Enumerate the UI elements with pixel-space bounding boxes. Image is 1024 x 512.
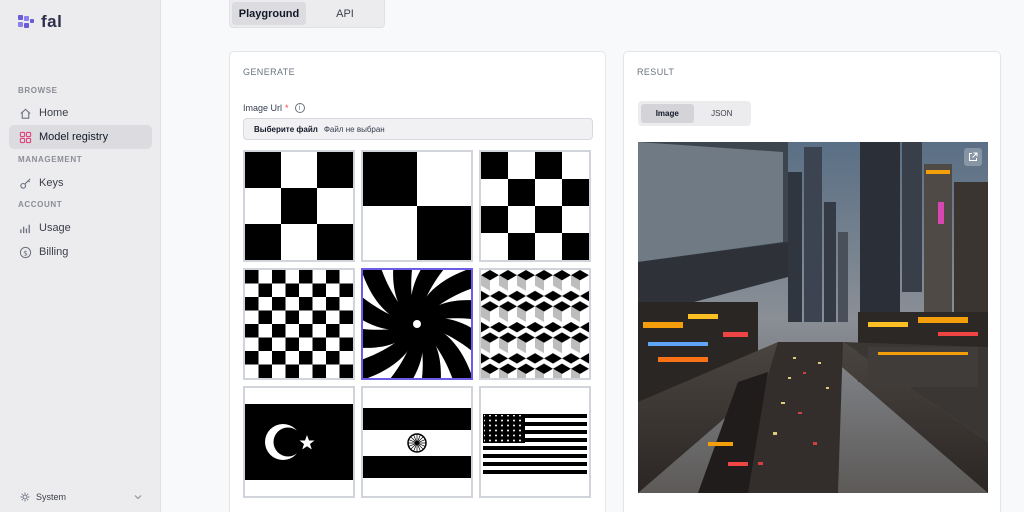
sidebar-item-label: Usage (39, 222, 71, 234)
fal-logo[interactable]: fal (17, 12, 62, 32)
external-link-icon (969, 152, 978, 161)
preset-checker-8x8[interactable] (243, 268, 355, 380)
svg-text:$: $ (23, 248, 28, 257)
home-icon (20, 108, 31, 119)
sidebar-item-usage[interactable]: Usage (9, 216, 152, 240)
sidebar-item-keys[interactable]: Keys (9, 171, 152, 195)
section-account: ACCOUNT (18, 200, 63, 209)
preset-usa-flag[interactable] (479, 386, 591, 498)
generate-title: GENERATE (243, 67, 296, 77)
checkerboard-image (245, 152, 353, 260)
tab-image[interactable]: Image (641, 104, 694, 123)
stars-stripes-flag-image (481, 388, 589, 496)
sidebar-item-model-registry[interactable]: Model registry (9, 125, 152, 149)
preset-india-flag[interactable] (361, 386, 473, 498)
crescent-flag-image (245, 388, 353, 496)
sun-icon (20, 492, 30, 502)
result-view-toggle: Image JSON (638, 101, 751, 126)
spiral-image (363, 270, 471, 378)
result-panel: RESULT Image JSON (623, 51, 1001, 512)
tab-playground[interactable]: Playground (232, 2, 306, 25)
file-status: Файл не выбран (323, 124, 385, 134)
theme-label: System (36, 492, 67, 502)
image-url-label-text: Image Url (243, 103, 283, 113)
fal-logo-icon (18, 15, 34, 28)
section-browse: BROWSE (18, 86, 58, 95)
preset-isometric-cubes[interactable] (479, 268, 591, 380)
checkerboard-image (363, 152, 471, 260)
cityscape-image (638, 142, 988, 493)
tab-json[interactable]: JSON (696, 104, 749, 123)
sidebar-item-label: Home (39, 107, 69, 119)
sidebar: fal BROWSE Home Model registry MANAGEMEN… (0, 0, 161, 512)
preset-checker-4x4[interactable] (479, 150, 591, 262)
open-external-button[interactable] (964, 148, 982, 166)
theme-selector[interactable]: System (20, 492, 142, 502)
preset-grid (243, 150, 593, 498)
chevron-down-icon (134, 495, 142, 500)
required-mark: * (285, 103, 289, 113)
bar-chart-icon (20, 224, 30, 233)
checkerboard-image (481, 152, 589, 260)
checkerboard-image (245, 270, 353, 378)
grid-icon (19, 131, 32, 143)
key-icon (20, 177, 31, 189)
sidebar-item-home[interactable]: Home (9, 101, 152, 125)
top-tabs: Playground API (229, 0, 385, 28)
result-title: RESULT (637, 67, 675, 77)
image-url-label: Image Url * i (243, 103, 305, 113)
image-file-input[interactable]: Выберите файл Файл не выбран (243, 118, 593, 140)
dollar-icon: $ (19, 246, 32, 258)
cubes-image (481, 270, 589, 378)
chakra-flag-image (363, 388, 471, 496)
generate-panel: GENERATE Image Url * i Выберите файл Фай… (229, 51, 606, 512)
brand-name: fal (41, 12, 63, 31)
preset-checker-2x2[interactable] (361, 150, 473, 262)
info-icon[interactable]: i (294, 103, 305, 113)
sidebar-item-label: Billing (39, 246, 69, 258)
preset-spiral[interactable] (361, 268, 473, 380)
sidebar-item-label: Model registry (39, 131, 109, 143)
sidebar-item-label: Keys (39, 177, 64, 189)
tab-api[interactable]: API (308, 2, 382, 25)
result-image (638, 142, 988, 493)
preset-checker-3x3[interactable] (243, 150, 355, 262)
section-management: MANAGEMENT (18, 155, 83, 164)
choose-file-button[interactable]: Выберите файл (254, 125, 318, 134)
preset-turkey-flag[interactable] (243, 386, 355, 498)
sidebar-item-billing[interactable]: $ Billing (9, 240, 152, 264)
